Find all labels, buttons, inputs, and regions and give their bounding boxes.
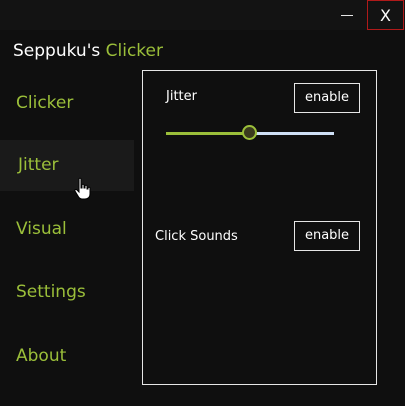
hand-cursor-icon	[74, 177, 91, 200]
nav-item-visual[interactable]: Visual	[0, 204, 134, 255]
minimize-button[interactable]	[333, 0, 361, 30]
close-button[interactable]: X	[367, 0, 404, 30]
minimize-icon	[341, 15, 353, 16]
click-sounds-label: Click Sounds	[155, 229, 238, 244]
nav-item-about[interactable]: About	[0, 331, 134, 382]
jitter-label: Jitter	[166, 89, 197, 104]
nav-item-clicker[interactable]: Clicker	[0, 78, 134, 129]
title-bar: X	[0, 0, 405, 30]
nav-item-jitter[interactable]: Jitter	[0, 140, 134, 191]
app-window: X Seppuku's Clicker Clicker Jitter Visua…	[0, 0, 405, 406]
jitter-enable-button[interactable]: enable	[294, 83, 360, 113]
app-title-accent: Clicker	[105, 41, 163, 61]
nav-item-settings[interactable]: Settings	[0, 267, 134, 318]
app-title: Seppuku's Clicker	[13, 41, 163, 61]
app-title-prefix: Seppuku's	[13, 41, 101, 61]
slider-track	[250, 132, 334, 135]
jitter-slider[interactable]	[166, 124, 334, 142]
slider-thumb[interactable]	[242, 125, 257, 140]
slider-fill	[166, 132, 250, 135]
click-sounds-enable-button[interactable]: enable	[294, 221, 360, 251]
